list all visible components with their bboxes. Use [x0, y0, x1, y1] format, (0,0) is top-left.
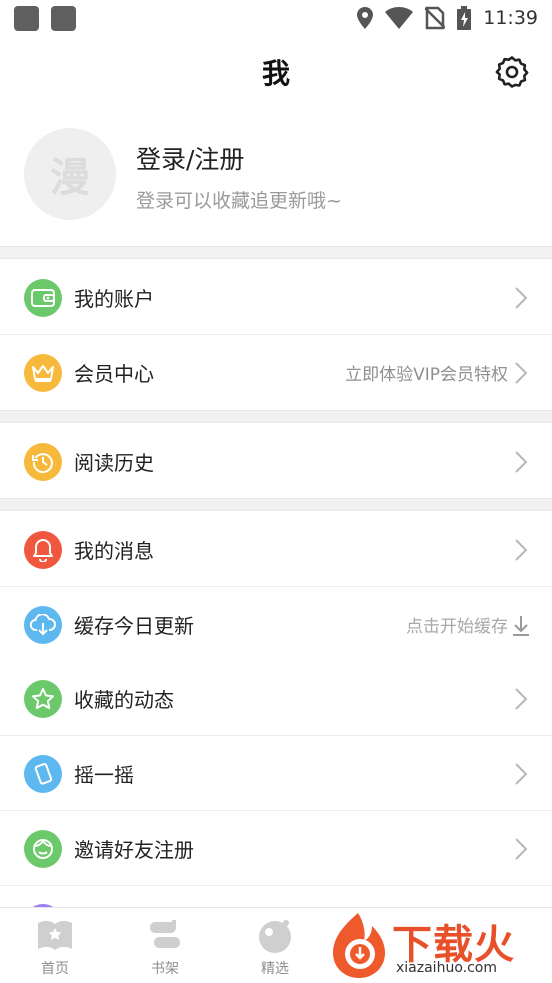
- section-divider: [0, 410, 552, 423]
- notification-icon: [14, 5, 39, 31]
- menu-item-invite-friends[interactable]: 邀请好友注册: [0, 811, 552, 886]
- title-bar: 我: [0, 36, 552, 108]
- menu-item-label: 会员中心: [74, 362, 154, 386]
- cache-start-text: 点击开始缓存: [406, 617, 508, 637]
- tab-label: 书架: [151, 961, 179, 977]
- profile-section[interactable]: 漫 登录/注册 登录可以收藏追更新哦~: [0, 108, 552, 246]
- chevron-right-icon: [515, 361, 528, 384]
- watermark-logo: 下载火 xiazaihuo.com: [326, 906, 552, 983]
- bookshelf-icon: [145, 916, 185, 956]
- menu-item-account[interactable]: 我的账户: [0, 260, 552, 335]
- wifi-icon: [385, 7, 414, 29]
- chevron-right-icon: [515, 450, 528, 473]
- avatar-placeholder: 漫: [50, 155, 90, 201]
- menu-item-favorites-feed[interactable]: 收藏的动态: [0, 661, 552, 736]
- page-title: 我: [261, 57, 290, 90]
- tab-label: 首页: [41, 961, 69, 977]
- chevron-right-icon: [515, 286, 528, 309]
- tab-home[interactable]: 首页: [0, 908, 110, 983]
- chevron-right-icon: [515, 762, 528, 785]
- wallet-icon: [24, 278, 62, 317]
- menu-item-vip[interactable]: 会员中心 立即体验VIP会员特权: [0, 335, 552, 410]
- login-hint: 登录可以收藏追更新哦~: [136, 190, 342, 212]
- avatar[interactable]: 漫: [24, 128, 116, 220]
- flame-logo-icon: [333, 913, 385, 978]
- menu-item-label: 收藏的动态: [74, 688, 174, 712]
- location-icon: [357, 7, 374, 29]
- login-register-link[interactable]: 登录/注册: [136, 140, 244, 176]
- gear-icon: [495, 56, 529, 88]
- section-divider: [0, 498, 552, 511]
- battery-charging-icon: [457, 6, 472, 30]
- bell-icon: [24, 530, 62, 569]
- clock: 11:39: [483, 7, 538, 29]
- watermark-site: xiazaihuo.com: [396, 960, 497, 976]
- menu-item-history[interactable]: 阅读历史: [0, 424, 552, 499]
- cloud-download-icon: [24, 605, 62, 644]
- section-divider: [0, 246, 552, 259]
- menu-item-label: 缓存今日更新: [74, 614, 194, 638]
- tab-featured[interactable]: 精选: [220, 908, 330, 983]
- tab-bookshelf[interactable]: 书架: [110, 908, 220, 983]
- settings-button[interactable]: [494, 54, 530, 90]
- menu-item-label: 摇一摇: [74, 763, 134, 787]
- menu-item-label: 我的账户: [74, 287, 154, 311]
- vip-promo-text: 立即体验VIP会员特权: [345, 365, 508, 385]
- crown-icon: [24, 353, 62, 392]
- featured-icon: [255, 916, 295, 956]
- chevron-right-icon: [515, 538, 528, 561]
- no-sim-icon: [425, 6, 446, 30]
- menu-item-shake[interactable]: 摇一摇: [0, 736, 552, 811]
- tab-label: 精选: [261, 961, 289, 977]
- menu-item-partial[interactable]: [0, 886, 552, 907]
- menu-item-label: 我的消息: [74, 539, 154, 563]
- notification-icon: [51, 5, 76, 31]
- menu-item-messages[interactable]: 我的消息: [0, 512, 552, 587]
- phone-shake-icon: [24, 754, 62, 793]
- menu-item-cache-updates[interactable]: 缓存今日更新 点击开始缓存: [0, 587, 552, 662]
- chevron-right-icon: [515, 687, 528, 710]
- book-star-icon: [35, 916, 75, 956]
- download-icon: [513, 615, 529, 636]
- history-icon: [24, 442, 62, 481]
- smiley-face-icon: [24, 829, 62, 868]
- chevron-right-icon: [515, 837, 528, 860]
- menu-item-label: 阅读历史: [74, 451, 154, 475]
- star-icon: [24, 679, 62, 718]
- menu-item-label: 邀请好友注册: [74, 838, 194, 862]
- status-bar: 11:39: [0, 0, 552, 36]
